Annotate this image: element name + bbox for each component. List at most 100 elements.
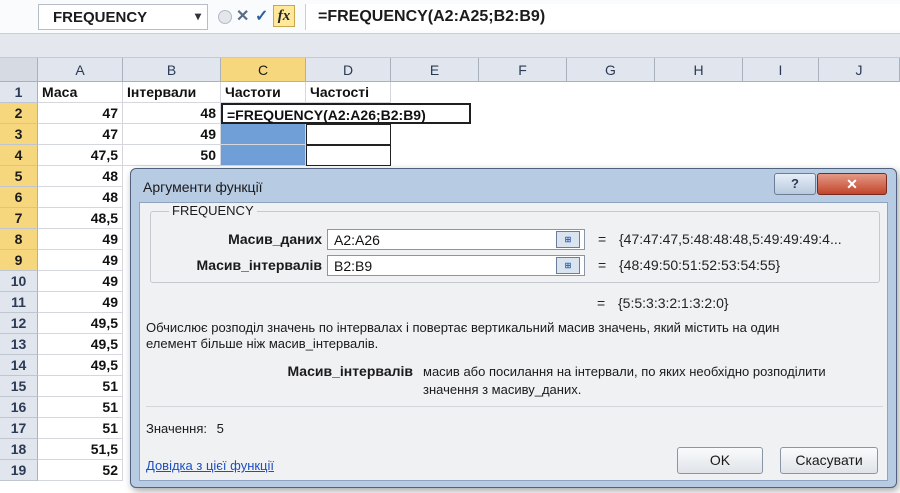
chevron-down-icon[interactable]: ▾ [195,9,201,23]
row-header[interactable]: 4 [0,145,38,166]
table-cell[interactable]: 48 [123,103,221,124]
table-cell[interactable]: 48,5 [38,208,123,229]
row-header[interactable]: 14 [0,355,38,376]
bins-array-input[interactable]: B2:B9 [327,255,585,276]
arg-result-bins: {48:49:50:51:52:53:54:55} [619,257,781,273]
enter-entry-icon[interactable]: ✓ [255,6,268,26]
divider [146,406,883,407]
column-header-b[interactable]: B [123,58,221,82]
function-description: Обчислює розподіл значень по інтервалах … [146,320,780,335]
row-header[interactable]: 6 [0,187,38,208]
cell-d3[interactable] [306,124,391,145]
arg-result-data: {47:47:47,5:48:48:48,5:49:49:49:4... [619,231,842,247]
row-header[interactable]: 7 [0,208,38,229]
formula-bar-resize-handle[interactable] [218,10,232,24]
function-name: FREQUENCY [169,203,257,218]
row-header[interactable]: 17 [0,418,38,439]
column-header-d[interactable]: D [306,58,391,82]
cell-b1[interactable]: Інтервали [123,82,221,103]
dialog-body: FREQUENCY Масив_даних A2:A26 ⊞ = {47:47:… [139,202,888,481]
excel-window: FREQUENCY ▾ ✕ ✓ fx =FREQUENCY(A2:A25;B2:… [0,0,900,493]
table-cell[interactable]: 47 [38,124,123,145]
formula-bar-gap [0,34,900,58]
param-description-line: масив або посилання на інтервали, по яки… [423,364,826,379]
equals-sign: = [598,257,607,273]
table-cell[interactable]: 49,5 [38,355,123,376]
table-cell[interactable]: 51 [38,376,123,397]
table-cell[interactable]: 47,5 [38,145,123,166]
column-header-a[interactable]: A [38,58,123,82]
arg-label-data: Масив_даних [228,231,322,247]
table-cell[interactable]: 49 [38,271,123,292]
table-cell[interactable]: 52 [38,460,123,481]
column-header-f[interactable]: F [479,58,567,82]
selected-cell[interactable] [221,124,306,145]
help-icon[interactable]: ? [774,173,816,195]
formula-result-preview: {5:5:3:3:2:1:3:2:0} [618,295,729,311]
table-cell[interactable]: 50 [123,145,221,166]
row-header[interactable]: 18 [0,439,38,460]
column-header-h[interactable]: H [655,58,743,82]
row-header[interactable]: 11 [0,292,38,313]
table-cell[interactable]: 51 [38,418,123,439]
row-header[interactable]: 1 [0,82,38,103]
row-header[interactable]: 2 [0,103,38,124]
data-array-input[interactable]: A2:A26 [327,229,585,250]
column-header-c[interactable]: C [221,58,306,82]
column-header-e[interactable]: E [391,58,479,82]
arg-label-bins: Масив_інтервалів [196,257,322,273]
formula-bar: FREQUENCY ▾ ✕ ✓ fx =FREQUENCY(A2:A25;B2:… [0,0,900,34]
result-line: Значення: 5 [146,421,224,436]
row-header[interactable]: 15 [0,376,38,397]
range-select-icon[interactable]: ⊞ [556,257,580,274]
column-header-i[interactable]: I [743,58,819,82]
range-select-icon[interactable]: ⊞ [556,231,580,248]
cell-a1[interactable]: Маса [38,82,123,103]
param-description: масив або посилання на інтервали, по яки… [423,363,883,399]
table-cell[interactable]: 49,5 [38,334,123,355]
table-cell[interactable]: 49 [38,229,123,250]
name-box[interactable]: FREQUENCY ▾ [38,4,208,30]
row-header[interactable]: 12 [0,313,38,334]
table-cell[interactable]: 49,5 [38,313,123,334]
insert-function-icon[interactable]: fx [273,5,295,27]
cancel-entry-icon[interactable]: ✕ [236,6,249,26]
close-icon[interactable]: ✕ [817,173,887,195]
row-header[interactable]: 3 [0,124,38,145]
function-description: елемент більше ніж масив_інтервалів. [146,336,379,351]
table-cell[interactable]: 49 [123,124,221,145]
row-header[interactable]: 10 [0,271,38,292]
cell-d1[interactable]: Частості [306,82,391,103]
result-value: 5 [216,421,224,436]
table-cell[interactable]: 49 [38,292,123,313]
row-header[interactable]: 16 [0,397,38,418]
row-header[interactable]: 8 [0,229,38,250]
column-header-g[interactable]: G [567,58,655,82]
row-header[interactable]: 19 [0,460,38,481]
table-cell[interactable]: 48 [38,187,123,208]
function-arguments-dialog: Аргументи функції ? ✕ FREQUENCY Масив_да… [130,168,897,488]
table-cell[interactable]: 49 [38,250,123,271]
row-header[interactable]: 13 [0,334,38,355]
table-cell[interactable]: 51,5 [38,439,123,460]
result-label: Значення: [146,421,207,436]
dialog-title: Аргументи функції [143,179,263,195]
column-header-j[interactable]: J [819,58,900,82]
cell-c1[interactable]: Частоти [221,82,306,103]
select-all-corner[interactable] [0,58,38,82]
row-header[interactable]: 5 [0,166,38,187]
active-cell-editor[interactable]: =FREQUENCY(A2:A26;B2:B9) [221,103,471,124]
cell-d4[interactable] [306,145,391,166]
param-name: Масив_інтервалів [287,363,413,379]
table-cell[interactable]: 47 [38,103,123,124]
param-description-line: значення з масиву_даних. [423,382,582,397]
cancel-button[interactable]: Скасувати [780,447,878,474]
ok-button[interactable]: OK [677,447,763,474]
row-header[interactable]: 9 [0,250,38,271]
formula-input[interactable]: =FREQUENCY(A2:A25;B2:B9) [305,4,900,30]
table-cell[interactable]: 51 [38,397,123,418]
selected-cell[interactable] [221,145,306,166]
table-cell[interactable]: 48 [38,166,123,187]
name-box-value: FREQUENCY [53,9,148,26]
help-link[interactable]: Довідка з цієї функції [146,458,274,473]
